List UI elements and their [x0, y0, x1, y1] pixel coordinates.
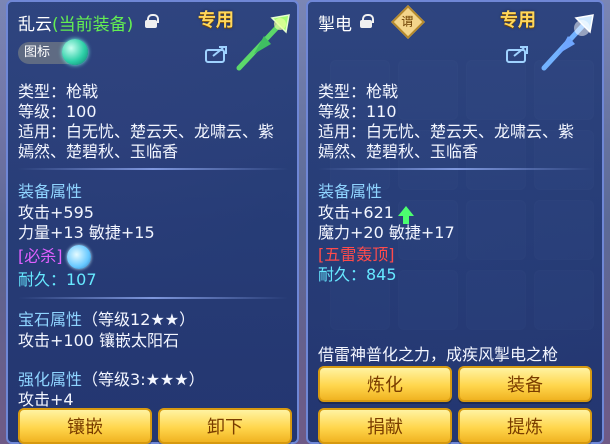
item-title: 掣电 [318, 10, 352, 35]
item-type: 类型：枪戟 [18, 82, 99, 101]
gem-level: （等级12★★） [82, 310, 196, 329]
applies-line-2: 嫣然、楚碧秋、玉临香 [18, 142, 179, 161]
attack-stat: 攻击+595 [18, 203, 94, 222]
share-icon[interactable] [205, 44, 229, 64]
attack-value: 攻击+621 [318, 203, 394, 222]
lock-icon[interactable] [145, 14, 159, 28]
item-title: 乱云(当前装备) [18, 10, 133, 35]
durability: 耐久：107 [18, 270, 97, 289]
divider [18, 168, 288, 170]
durability: 耐久：845 [318, 265, 397, 284]
item-description: 借雷神普化之力，成疾风掣电之枪 [318, 345, 559, 364]
special-badge-text: 谓 [401, 14, 414, 29]
applies-line-1: 适用：白无忧、楚云天、龙啸云、紫 [318, 122, 575, 141]
spear-weapon-icon [541, 14, 594, 71]
item-name: 乱云 [18, 15, 52, 35]
item-level: 等级：110 [318, 102, 397, 121]
equip-button[interactable]: 装备 [458, 366, 592, 402]
exclusive-label: 专用 [198, 10, 234, 31]
applies-line-1: 适用：白无忧、楚云天、龙啸云、紫 [18, 122, 275, 141]
stat-line: 力量+13 敏捷+15 [18, 223, 155, 242]
share-icon[interactable] [506, 44, 530, 64]
divider [318, 168, 593, 170]
extract-button[interactable]: 提炼 [458, 408, 592, 444]
special-badge-icon[interactable]: 谓 [391, 5, 425, 39]
donate-button[interactable]: 捐献 [318, 408, 452, 444]
inlay-button[interactable]: 镶嵌 [18, 408, 152, 444]
exclusive-label: 专用 [500, 10, 536, 31]
spear-weapon-icon [236, 14, 290, 71]
upgrade-arrow-icon [397, 205, 414, 224]
icon-badge-button[interactable]: 图标 [18, 39, 88, 65]
unequip-button[interactable]: 卸下 [158, 408, 292, 444]
refine-button[interactable]: 炼化 [318, 366, 452, 402]
attributes-header: 装备属性 [18, 182, 83, 201]
icon-badge-label: 图标 [24, 45, 51, 60]
enhance-stats: 攻击+4 [18, 390, 74, 409]
compare-item-panel: 掣电 谓 专用 类型：枪戟 等级：110 适用：白无忧、楚云天、龙啸云、紫 嫣然… [306, 0, 604, 444]
attributes-header: 装备属性 [318, 182, 383, 201]
gem-stats: 攻击+100 镶嵌太阳石 [18, 331, 180, 350]
icon-orb [62, 39, 88, 65]
gem-header: 宝石属性 [18, 310, 83, 329]
gem-attributes: 宝石属性（等级12★★） [18, 310, 195, 330]
special-skill: [五雷轰顶] [318, 245, 395, 264]
divider [18, 297, 288, 299]
item-type: 类型：枪戟 [318, 82, 399, 101]
lock-icon[interactable] [360, 14, 374, 28]
item-level: 等级：100 [18, 102, 97, 121]
stat-line: 魔力+20 敏捷+17 [318, 223, 455, 242]
special-skill-label: [必杀] [18, 246, 63, 266]
enhance-header: 强化属性 [18, 370, 83, 389]
enhance-attributes: 强化属性（等级3:★★★） [18, 370, 205, 390]
enhance-level: （等级3:★★★） [82, 370, 205, 389]
item-name: 掣电 [318, 15, 352, 35]
skill-swirl-icon[interactable] [66, 245, 91, 269]
equipped-item-panel: 乱云(当前装备) 专用 图标 类型：枪戟 等级：100 适用：白无忧、楚云天、龙… [6, 0, 299, 444]
applies-line-2: 嫣然、楚碧秋、玉临香 [318, 142, 479, 161]
equipped-status: (当前装备) [52, 15, 134, 35]
attack-stat: 攻击+621 [318, 203, 414, 224]
special-skill: [必杀] [18, 245, 91, 269]
